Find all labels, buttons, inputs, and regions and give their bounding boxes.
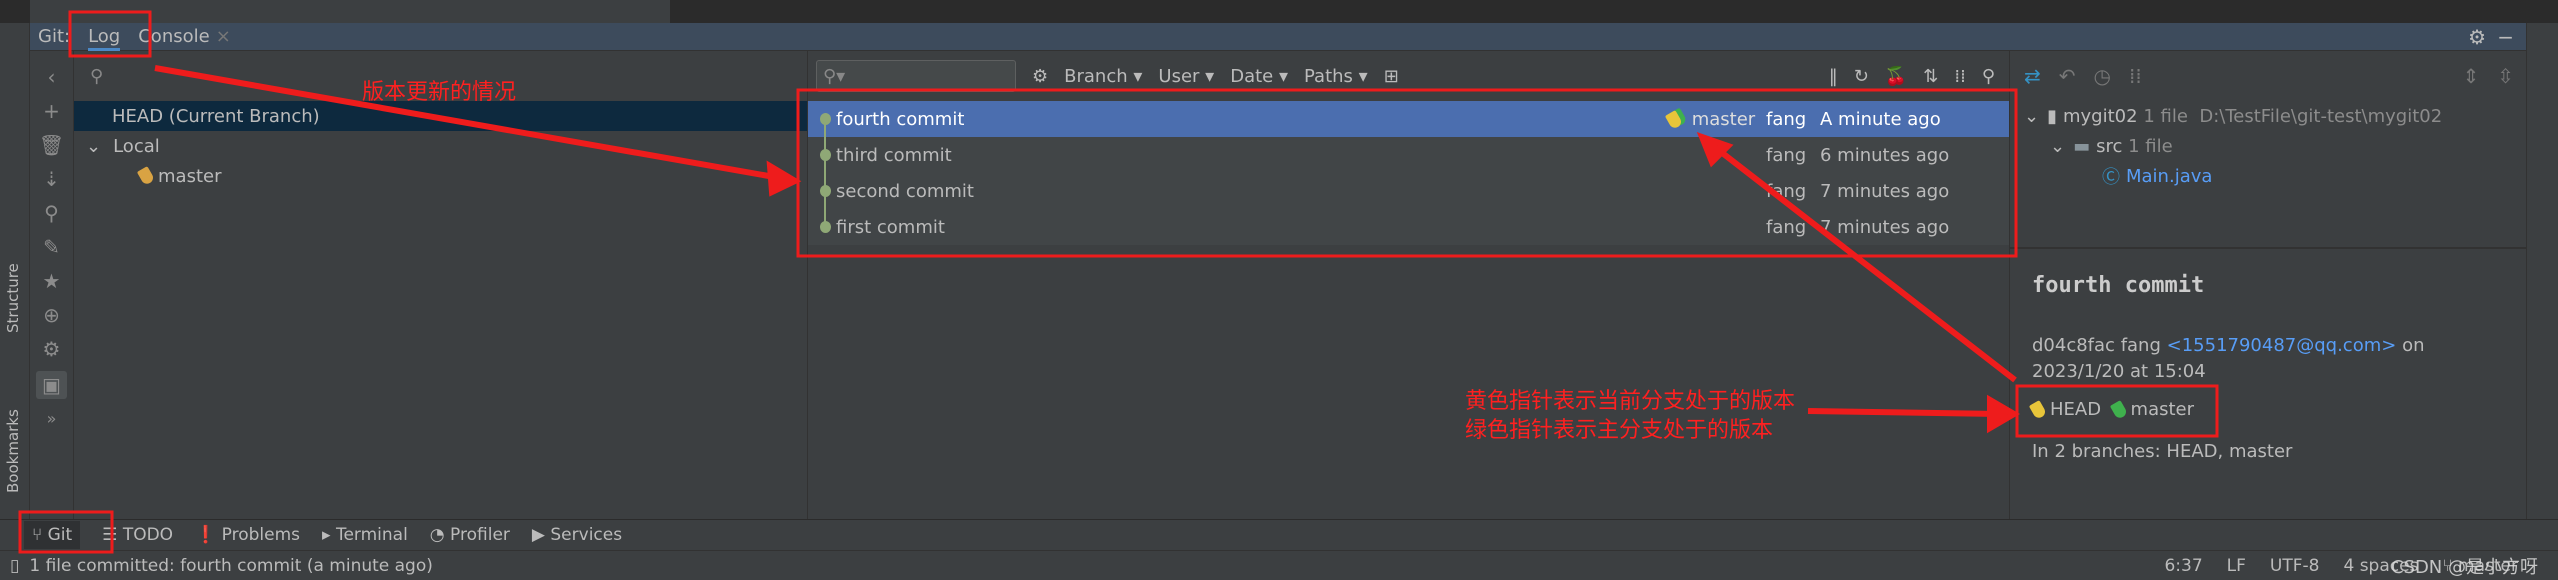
- annotation-arrow: [1807, 408, 2001, 417]
- annotation-arrowhead: [766, 160, 802, 197]
- annotation-text-line2: 绿色指针表示主分支处于的版本: [1465, 418, 1774, 443]
- annotation-box-commits: [796, 88, 2018, 258]
- annotation-text-top: 版本更新的情况: [362, 80, 517, 105]
- annotation-text-line1: 黄色指针表示当前分支处于的版本: [1465, 389, 1796, 414]
- annotation-box-log: [68, 10, 152, 58]
- annotation-arrow: [1710, 142, 2017, 383]
- annotation-arrowhead: [1696, 132, 1734, 168]
- annotation-arrowhead: [1987, 394, 2020, 434]
- annotation-box-git: [18, 510, 114, 554]
- annotation-box-refs: [2015, 384, 2219, 438]
